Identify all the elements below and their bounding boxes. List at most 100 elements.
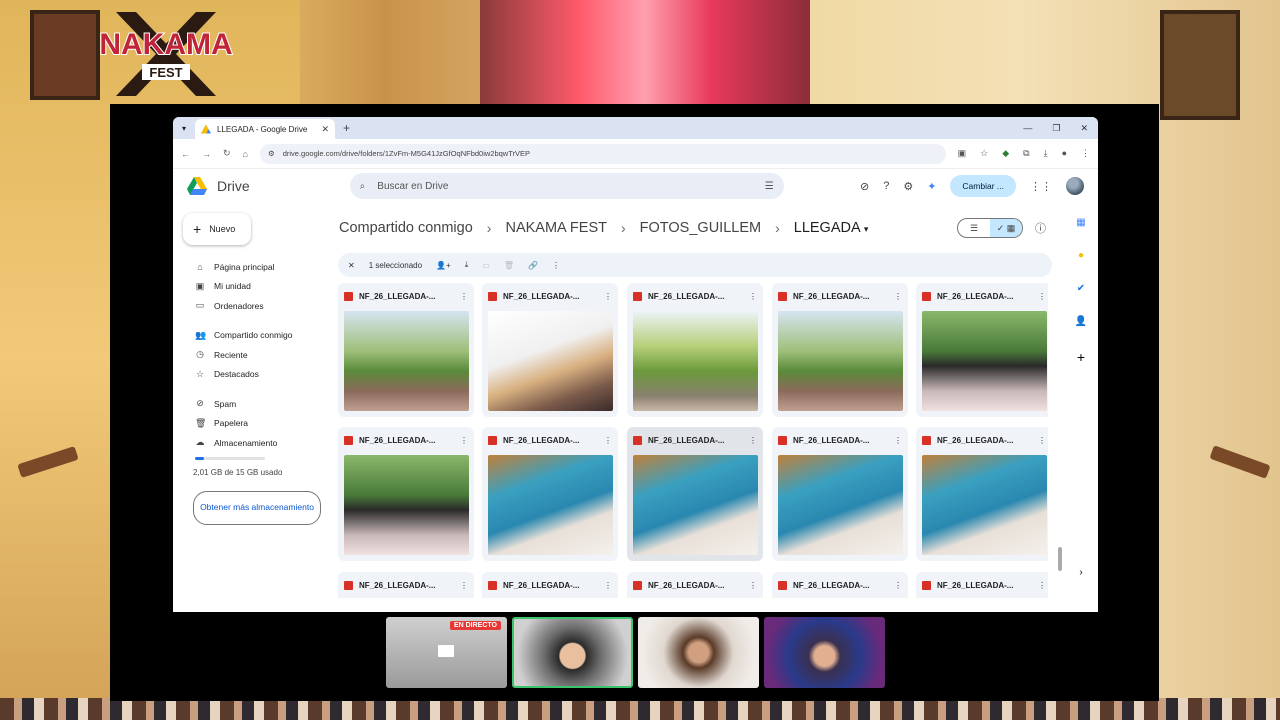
back-icon[interactable]: ← — [181, 149, 190, 159]
new-tab-button[interactable]: + — [343, 121, 350, 135]
breadcrumb-item[interactable]: NAKAMA FEST — [505, 220, 607, 236]
new-button[interactable]: + Nuevo — [183, 213, 251, 245]
tasks-icon[interactable]: ✔ — [1077, 283, 1085, 294]
info-icon[interactable]: ⓘ — [1035, 220, 1046, 236]
more-options-icon[interactable]: ⋮ — [1038, 581, 1046, 590]
file-card[interactable]: NF_26_LLEGADA-... ⋮ — [772, 427, 908, 561]
file-card[interactable]: NF_26_LLEGADA-... ⋮ — [772, 572, 908, 598]
grid-view-icon[interactable]: ✓ ▦ — [990, 219, 1022, 237]
file-card[interactable]: NF_26_LLEGADA-... ⋮ — [338, 283, 474, 417]
file-card[interactable]: NF_26_LLEGADA-... ⋮ — [338, 572, 474, 598]
sidebar-item-my-drive[interactable]: ▣ Mi unidad — [183, 277, 318, 297]
file-card[interactable]: NF_26_LLEGADA-... ⋮ — [627, 283, 763, 417]
sidebar-item-trash[interactable]: 🗑 Papelera — [183, 414, 318, 434]
more-options-icon[interactable]: ⋮ — [1038, 436, 1046, 445]
sidebar-item-recent[interactable]: ◷ Reciente — [183, 345, 318, 365]
gemini-sparkle-icon[interactable]: ✦ — [927, 180, 936, 193]
photo-thumbnail[interactable] — [488, 311, 613, 411]
download-icon[interactable]: ⤓ — [1044, 148, 1048, 159]
photo-thumbnail[interactable] — [344, 455, 469, 555]
minimize-icon[interactable]: — — [1023, 123, 1032, 134]
file-card[interactable]: NF_26_LLEGADA-... ⋮ — [916, 572, 1048, 598]
photo-thumbnail[interactable] — [633, 455, 758, 555]
clear-selection-icon[interactable]: ✕ — [348, 261, 355, 270]
expand-panel-icon[interactable]: › — [1079, 567, 1082, 578]
screen-share-tile[interactable]: EN DIRECTO — [386, 617, 507, 688]
file-card[interactable]: NF_26_LLEGADA-... ⋮ — [627, 572, 763, 598]
more-options-icon[interactable]: ⋮ — [894, 292, 902, 301]
sidebar-item-home[interactable]: ⌂ Página principal — [183, 257, 318, 277]
more-options-icon[interactable]: ⋮ — [749, 581, 757, 590]
file-card[interactable]: NF_26_LLEGADA-... ⋮ — [916, 427, 1048, 561]
maximize-icon[interactable]: ❐ — [1052, 123, 1060, 134]
share-icon[interactable]: 👤+ — [436, 261, 451, 270]
extensions-icon[interactable]: ⧉ — [1023, 148, 1029, 159]
browser-tab[interactable]: LLEGADA - Google Drive ✕ — [195, 119, 335, 139]
close-tab-icon[interactable]: ✕ — [321, 124, 329, 135]
more-options-icon[interactable]: ⋮ — [749, 436, 757, 445]
help-icon[interactable]: ? — [883, 180, 889, 192]
more-options-icon[interactable]: ⋮ — [460, 292, 468, 301]
list-view-icon[interactable]: ☰ — [958, 219, 990, 237]
sidebar-item-starred[interactable]: ☆ Destacados — [183, 365, 318, 385]
photo-thumbnail[interactable] — [344, 311, 469, 411]
file-card[interactable]: NF_26_LLEGADA-... ⋮ — [338, 427, 474, 561]
breadcrumb-item[interactable]: Compartido conmigo — [339, 220, 473, 236]
more-options-icon[interactable]: ⋮ — [604, 292, 612, 301]
profile-icon[interactable]: ● — [1062, 148, 1067, 159]
calendar-icon[interactable]: ▦ — [1076, 217, 1085, 228]
photo-thumbnail[interactable] — [778, 455, 903, 555]
home-browser-icon[interactable]: ⌂ — [243, 149, 248, 159]
photo-thumbnail[interactable] — [488, 455, 613, 555]
more-options-icon[interactable]: ⋮ — [1038, 292, 1046, 301]
more-options-icon[interactable]: ⋮ — [894, 581, 902, 590]
keep-icon[interactable]: ● — [1078, 250, 1084, 261]
download-file-icon[interactable]: ⤓ — [465, 260, 469, 270]
more-options-icon[interactable]: ⋮ — [749, 292, 757, 301]
shield-icon[interactable]: ◆ — [1002, 148, 1009, 159]
add-addon-icon[interactable]: + — [1077, 349, 1085, 365]
photo-thumbnail[interactable] — [922, 455, 1047, 555]
avatar[interactable] — [1066, 177, 1084, 195]
photo-thumbnail[interactable] — [633, 311, 758, 411]
settings-gear-icon[interactable]: ⚙ — [903, 180, 913, 193]
photo-thumbnail[interactable] — [778, 311, 903, 411]
file-card[interactable]: NF_26_LLEGADA-... ⋮ — [916, 283, 1048, 417]
sidebar-item-shared[interactable]: 👥 Compartido conmigo — [183, 326, 318, 346]
more-options-icon[interactable]: ⋮ — [604, 436, 612, 445]
participant-video-tile[interactable] — [512, 617, 633, 688]
sidebar-item-storage[interactable]: ☁ Almacenamiento — [183, 433, 318, 453]
delete-icon[interactable]: 🗑 — [504, 261, 514, 270]
file-card[interactable]: NF_26_LLEGADA-... ⋮ — [482, 283, 618, 417]
participant-video-tile[interactable] — [764, 617, 885, 688]
breadcrumb-current[interactable]: LLEGADA ▾ — [794, 220, 869, 236]
scrollbar[interactable] — [1058, 547, 1062, 571]
search-filters-icon[interactable]: ☰ — [765, 181, 774, 192]
search-icon[interactable]: ⌕ — [360, 181, 366, 192]
switch-account-button[interactable]: Cambiar ... — [950, 175, 1016, 197]
menu-icon[interactable]: ⋮ — [1081, 148, 1090, 159]
more-options-icon[interactable]: ⋮ — [460, 581, 468, 590]
contacts-icon[interactable]: 👤 — [1075, 316, 1087, 327]
move-icon[interactable]: ▭ — [482, 261, 490, 270]
more-options-icon[interactable]: ⋮ — [894, 436, 902, 445]
tab-search-button[interactable]: ▾ — [173, 124, 195, 133]
sidebar-item-computers[interactable]: ▭ Ordenadores — [183, 296, 318, 316]
address-bar[interactable]: ⚙ drive.google.com/drive/folders/1ZvFm-M… — [259, 143, 946, 164]
file-card[interactable]: NF_26_LLEGADA-... ⋮ — [482, 427, 618, 561]
site-info-icon[interactable]: ⚙ — [268, 149, 275, 158]
more-actions-icon[interactable]: ⋮ — [552, 261, 560, 270]
file-card[interactable]: NF_26_LLEGADA-... ⋮ — [482, 572, 618, 598]
cast-icon[interactable]: ▣ — [958, 148, 967, 159]
more-options-icon[interactable]: ⋮ — [604, 581, 612, 590]
reload-icon[interactable]: ↻ — [223, 148, 231, 159]
file-card[interactable]: NF_26_LLEGADA-... ⋮ — [772, 283, 908, 417]
more-options-icon[interactable]: ⋮ — [460, 436, 468, 445]
participant-video-tile[interactable] — [638, 617, 759, 688]
photo-thumbnail[interactable] — [922, 311, 1047, 411]
file-card-selected[interactable]: NF_26_LLEGADA-... ⋮ — [627, 427, 763, 561]
drive-search-input[interactable]: ⌕ Buscar en Drive ☰ — [349, 173, 784, 199]
get-more-storage-button[interactable]: Obtener más almacenamiento — [193, 490, 321, 525]
close-window-icon[interactable]: ✕ — [1080, 123, 1088, 134]
apps-grid-icon[interactable]: ⋮⋮ — [1030, 180, 1052, 193]
